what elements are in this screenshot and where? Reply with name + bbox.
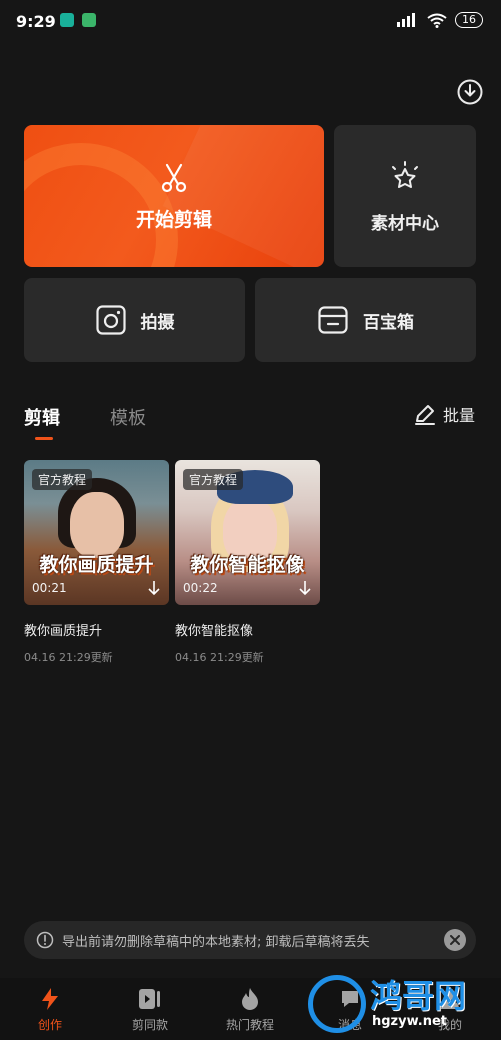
nav-tutorials[interactable]: 热门教程	[210, 986, 290, 1033]
download-arrow-icon[interactable]	[147, 580, 161, 596]
watermark: 鸿哥网 hgzyw.net	[300, 967, 501, 1040]
pencil-icon	[415, 405, 435, 425]
watermark-url: hgzyw.net	[372, 1014, 448, 1029]
nav-template[interactable]: 剪同款	[110, 986, 190, 1033]
lightning-icon	[42, 988, 58, 1010]
draft-card[interactable]: 官方教程 教你智能抠像 00:22 教你智能抠像 04.16 21:29更新	[175, 460, 320, 665]
official-tutorial-badge: 官方教程	[183, 469, 244, 490]
start-edit-label: 开始剪辑	[135, 209, 212, 231]
draft-thumbnail[interactable]: 官方教程 教你画质提升 00:21	[24, 460, 169, 605]
download-arrow-icon[interactable]	[298, 580, 312, 596]
watermark-logo-icon	[308, 975, 366, 1033]
nav-label: 热门教程	[225, 1018, 274, 1032]
template-video-icon	[139, 989, 160, 1009]
draft-title: 教你画质提升	[24, 624, 103, 639]
toolbox-icon	[318, 306, 348, 334]
batch-button[interactable]: 批量	[413, 402, 475, 426]
watermark-title: 鸿哥网	[370, 977, 467, 1015]
download-icon[interactable]	[456, 78, 484, 106]
shoot-label: 拍摄	[140, 312, 175, 333]
close-notice-button[interactable]	[444, 929, 466, 951]
camera-icon	[95, 305, 126, 335]
thumbnail-caption: 教你智能抠像	[190, 554, 305, 576]
health-app-icon	[60, 13, 74, 27]
status-time: 9:29	[16, 12, 56, 31]
battery-indicator: 16	[455, 12, 483, 28]
card-decoration	[162, 125, 324, 267]
draft-updated-time: 04.16 21:29更新	[24, 651, 113, 664]
info-icon	[36, 931, 54, 949]
tab-template[interactable]: 模板	[110, 404, 146, 430]
official-tutorial-badge: 官方教程	[32, 469, 93, 490]
thumbnail-image	[70, 492, 124, 558]
notification-app-icon	[82, 13, 96, 27]
toolbox-label: 百宝箱	[363, 312, 414, 333]
sparkle-star-icon	[392, 161, 418, 188]
draft-thumbnail[interactable]: 官方教程 教你智能抠像 00:22	[175, 460, 320, 605]
close-icon	[450, 935, 460, 945]
wifi-icon	[427, 13, 447, 28]
batch-label: 批量	[443, 406, 476, 425]
material-center-button[interactable]: 素材中心	[334, 125, 476, 267]
start-edit-button[interactable]: 开始剪辑	[24, 125, 324, 267]
toolbox-button[interactable]: 百宝箱	[255, 278, 476, 362]
draft-updated-time: 04.16 21:29更新	[175, 651, 264, 664]
signal-icon	[397, 13, 415, 27]
draft-duration: 00:22	[183, 581, 218, 595]
nav-label: 创作	[37, 1018, 62, 1032]
shoot-button[interactable]: 拍摄	[24, 278, 245, 362]
flame-icon	[242, 988, 258, 1010]
thumbnail-caption: 教你画质提升	[39, 554, 154, 576]
draft-title: 教你智能抠像	[175, 624, 254, 639]
notice-text: 导出前请勿删除草稿中的本地素材; 卸载后草稿将丢失	[62, 934, 370, 950]
notice-bar: 导出前请勿删除草稿中的本地素材; 卸载后草稿将丢失	[24, 921, 476, 959]
material-center-label: 素材中心	[371, 214, 439, 234]
status-bar: 9:29 16	[0, 0, 501, 44]
nav-create[interactable]: 创作	[10, 986, 90, 1033]
nav-label: 剪同款	[131, 1018, 168, 1032]
draft-duration: 00:21	[32, 581, 67, 595]
tab-active-indicator	[35, 437, 53, 440]
scissors-icon	[161, 163, 187, 193]
draft-card[interactable]: 官方教程 教你画质提升 00:21 教你画质提升 04.16 21:29更新	[24, 460, 169, 665]
status-indicators: 16	[397, 12, 483, 28]
tab-edit[interactable]: 剪辑	[24, 404, 60, 430]
